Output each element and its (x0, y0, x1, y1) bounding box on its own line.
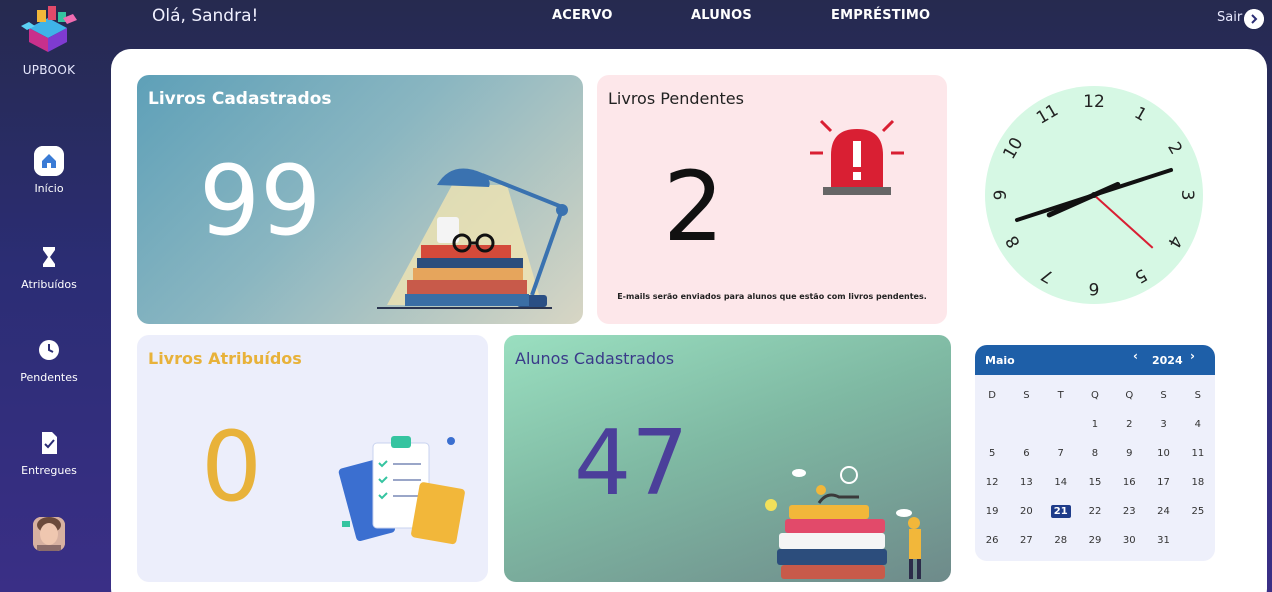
clock-numeral: 9 (991, 190, 1011, 201)
calendar-day[interactable]: 2 (1112, 419, 1146, 430)
calendar-day[interactable]: 8 (1078, 448, 1112, 459)
hourglass-icon (43, 247, 55, 267)
sidebar-item-inicio[interactable]: Início (0, 146, 98, 195)
clock-numeral: 3 (1177, 190, 1197, 201)
logout-link[interactable]: Sair (1217, 10, 1242, 25)
calendar-day[interactable]: 24 (1146, 506, 1180, 517)
pending-note: E-mails serão enviados para alunos que e… (617, 292, 927, 301)
calendar-day[interactable]: 4 (1181, 419, 1215, 430)
calendar-day[interactable]: 27 (1009, 535, 1043, 546)
calendar-day[interactable]: 15 (1078, 477, 1112, 488)
calendar-day[interactable]: 26 (975, 535, 1009, 546)
card-livros-atribuidos[interactable]: Livros Atribuídos 0 (137, 335, 488, 582)
card-livros-cadastrados[interactable]: Livros Cadastrados 99 (137, 75, 583, 324)
nav-alunos[interactable]: ALUNOS (691, 8, 752, 23)
desk-lamp-books-illustration (377, 168, 568, 309)
clipboard-checklist-illustration (338, 436, 465, 545)
sidebar: UPBOOK Início Atribuídos Pendentes Entre… (0, 0, 98, 592)
assigned-count: 0 (201, 411, 263, 523)
calendar-day[interactable]: 25 (1181, 506, 1215, 517)
calendar-weekday: T (1057, 390, 1064, 401)
clock-numeral: 6 (1089, 278, 1100, 298)
calendar-year[interactable]: 2024 (1152, 354, 1183, 367)
calendar-day[interactable]: 6 (1009, 448, 1043, 459)
avatar[interactable] (33, 517, 65, 551)
calendar-week-row: 1234 (975, 410, 1215, 439)
calendar-header: Maio ‹ 2024 › (975, 345, 1215, 375)
calendar-day[interactable]: 12 (975, 477, 1009, 488)
calendar-weekday: S (1023, 390, 1030, 401)
calendar-day[interactable]: 18 (1181, 477, 1215, 488)
greeting: Olá, Sandra! (152, 6, 259, 26)
calendar-day[interactable]: 13 (1009, 477, 1043, 488)
sidebar-item-label: Atribuídos (21, 278, 77, 291)
calendar-day[interactable]: 1 (1078, 419, 1112, 430)
clock-numeral: 12 (1083, 92, 1105, 112)
sidebar-item-label: Pendentes (20, 371, 78, 384)
calendar-day[interactable]: 5 (975, 448, 1009, 459)
calendar-weekday: S (1194, 390, 1201, 401)
calendar-week-row: 19 20 21 22 23 24 25 (975, 497, 1215, 526)
calendar-day[interactable]: 23 (1112, 506, 1146, 517)
calendar-day[interactable]: 7 (1044, 448, 1078, 459)
calendar-day[interactable]: 30 (1112, 535, 1146, 546)
calendar-day[interactable]: 9 (1112, 448, 1146, 459)
card-title: Livros Cadastrados (148, 89, 332, 109)
checked-document-icon (42, 432, 57, 454)
calendar-widget: Maio ‹ 2024 › D S T Q Q S S 1 2 3 4 5 6 7 8 9 10 11 12 13 14… (975, 345, 1215, 561)
nav-acervo[interactable]: ACERVO (552, 8, 613, 23)
chevron-left-icon[interactable]: ‹ (1133, 349, 1138, 363)
chevron-right-icon[interactable]: › (1190, 349, 1195, 363)
card-livros-pendentes[interactable]: Livros Pendentes 2 E-mails serão enviado… (597, 75, 947, 324)
books-count: 99 (199, 145, 322, 257)
card-alunos-cadastrados[interactable]: Alunos Cadastrados 47 (504, 335, 951, 582)
calendar-week-row: 12 13 14 15 16 17 18 (975, 468, 1215, 497)
card-title: Livros Pendentes (608, 89, 744, 108)
analog-clock: 121234567891011 (985, 86, 1203, 304)
calendar-day[interactable]: 3 (1146, 419, 1180, 430)
calendar-week-row: 26 27 28 29 30 31 (975, 526, 1215, 555)
sidebar-item-pendentes[interactable]: Pendentes (0, 335, 98, 384)
calendar-day[interactable]: 29 (1078, 535, 1112, 546)
sidebar-item-label: Início (34, 182, 64, 195)
calendar-grid: D S T Q Q S S 1 2 3 4 5 6 7 8 9 10 11 12 13 14 15 16 17 18 19 20 21… (975, 381, 1215, 555)
pending-count: 2 (663, 151, 725, 263)
sidebar-item-label: Entregues (21, 464, 77, 477)
sidebar-item-atribuidos[interactable]: Atribuídos (0, 242, 98, 291)
calendar-weekday: Q (1125, 390, 1134, 401)
card-title: Livros Atribuídos (148, 349, 302, 368)
topbar: Olá, Sandra! ACERVO ALUNOS EMPRÉSTIMO Sa… (0, 0, 1272, 44)
students-count: 47 (574, 411, 689, 516)
calendar-day[interactable]: 20 (1009, 506, 1043, 517)
alarm-siren-icon (810, 119, 904, 195)
calendar-weekday: S (1160, 390, 1167, 401)
nav-emprestimo[interactable]: EMPRÉSTIMO (831, 8, 930, 23)
calendar-weekday: Q (1091, 390, 1099, 401)
user-photo-icon (33, 517, 65, 551)
calendar-day[interactable]: 10 (1146, 448, 1180, 459)
students-reading-books-illustration (765, 466, 921, 579)
brand-name: UPBOOK (22, 63, 76, 77)
calendar-day[interactable]: 16 (1112, 477, 1146, 488)
calendar-day[interactable]: 28 (1044, 535, 1078, 546)
chevron-right-icon[interactable] (1244, 9, 1264, 29)
calendar-day[interactable]: 11 (1181, 448, 1215, 459)
calendar-day[interactable]: 22 (1078, 506, 1112, 517)
calendar-day[interactable]: 19 (975, 506, 1009, 517)
calendar-month[interactable]: Maio (985, 354, 1015, 367)
calendar-day[interactable]: 17 (1146, 477, 1180, 488)
calendar-day[interactable]: 14 (1044, 477, 1078, 488)
card-title: Alunos Cadastrados (515, 349, 675, 368)
calendar-day[interactable]: 31 (1146, 535, 1180, 546)
calendar-weekday-row: DSTQQSS (975, 381, 1215, 410)
calendar-day[interactable]: 21 (1044, 505, 1078, 518)
calendar-week-row: 5 6 7 8 9 10 11 (975, 439, 1215, 468)
calendar-weekday: D (988, 390, 996, 401)
home-icon (34, 146, 64, 176)
clock-icon (39, 340, 59, 360)
sidebar-item-entregues[interactable]: Entregues (0, 428, 98, 477)
